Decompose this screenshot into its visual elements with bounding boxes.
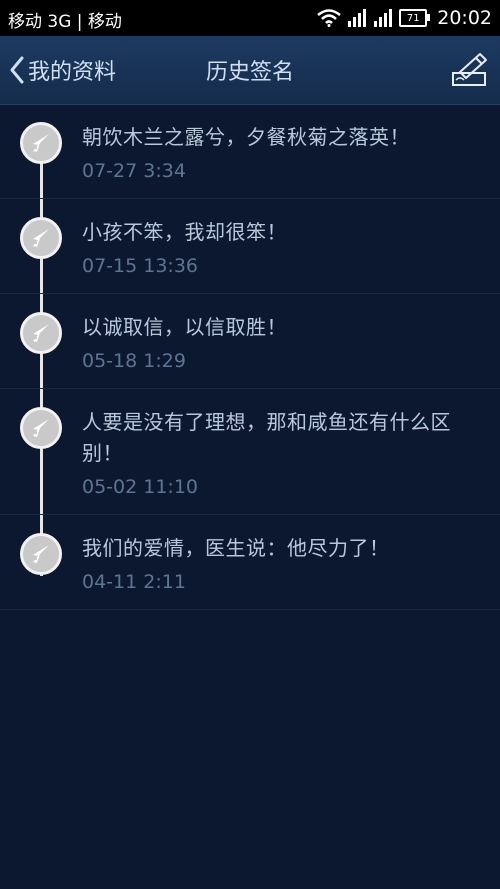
list-item[interactable]: 朝饮木兰之露兮，夕餐秋菊之落英！ 07-27 3:34	[0, 104, 500, 199]
list-item[interactable]: 以诚取信，以信取胜！ 05-18 1:29	[0, 294, 500, 389]
pen-nib-icon	[20, 122, 62, 164]
nav-header: 我的资料 历史签名	[0, 36, 500, 105]
back-button[interactable]: 我的资料	[8, 50, 116, 90]
list-item[interactable]: 我们的爱情，医生说：他尽力了！ 04-11 2:11	[0, 515, 500, 610]
list-item[interactable]: 小孩不笨，我却很笨！ 07-15 13:36	[0, 199, 500, 294]
clock: 20:02	[437, 7, 492, 29]
pen-nib-icon	[20, 312, 62, 354]
pen-nib-icon	[20, 533, 62, 575]
battery-level: 71	[406, 12, 420, 24]
signature-time: 05-18 1:29	[82, 350, 186, 372]
wifi-icon	[317, 9, 342, 27]
list-item[interactable]: 人要是没有了理想，那和咸鱼还有什么区别！ 05-02 11:10	[0, 389, 500, 515]
edit-signature-icon	[452, 53, 487, 86]
signal-icon	[348, 9, 367, 27]
signature-text: 以诚取信，以信取胜！	[82, 315, 287, 339]
status-icons: 71 20:02	[317, 5, 492, 31]
signature-text: 朝饮木兰之露兮，夕餐秋菊之落英！	[82, 125, 410, 149]
signature-text: 人要是没有了理想，那和咸鱼还有什么区别！	[82, 410, 451, 465]
signature-text: 我们的爱情，医生说：他尽力了！	[82, 536, 390, 560]
pen-nib-icon	[20, 217, 62, 259]
signature-time: 04-11 2:11	[82, 571, 186, 593]
signature-history-list: 朝饮木兰之露兮，夕餐秋菊之落英！ 07-27 3:34 小孩不笨，我却很笨！ 0…	[0, 104, 500, 610]
signal-icon	[374, 9, 393, 27]
signature-time: 05-02 11:10	[82, 476, 199, 498]
edit-signature-button[interactable]	[450, 50, 490, 90]
signature-time: 07-27 3:34	[82, 160, 186, 182]
battery-icon: 71	[399, 9, 431, 27]
status-bar: 移动 3G | 移动 71 20:02	[0, 0, 500, 36]
back-chevron-icon	[10, 56, 24, 84]
back-label: 我的资料	[28, 60, 117, 85]
signature-text: 小孩不笨，我却很笨！	[82, 220, 287, 244]
carrier-label: 移动 3G | 移动	[8, 12, 122, 32]
pen-nib-icon	[20, 407, 62, 449]
signature-time: 07-15 13:36	[82, 255, 199, 277]
